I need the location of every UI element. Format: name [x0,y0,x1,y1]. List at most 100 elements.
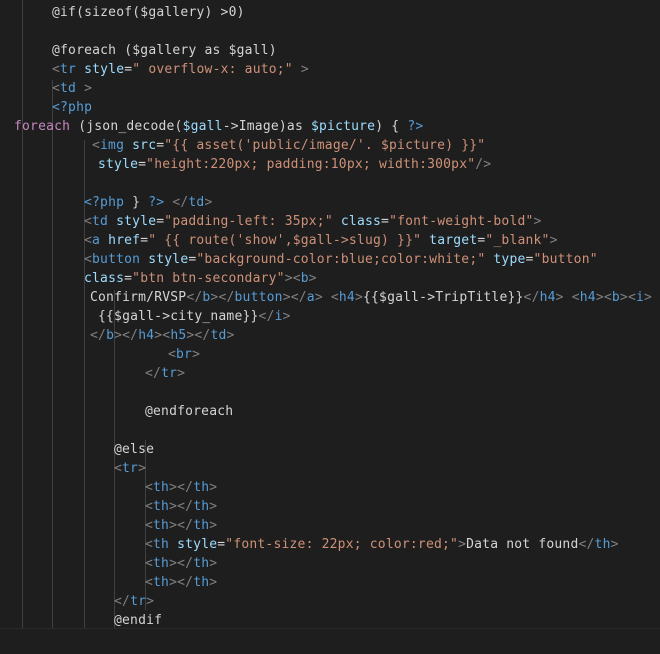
code-token: > [209,499,218,514]
code-token: td [210,328,227,343]
code-token: i [635,290,645,305]
code-token: = [124,271,133,286]
code-token: "background-color:blue;color:white;" [196,252,486,267]
code-token: ></ [282,290,307,305]
code-line[interactable]: <th></th> [0,478,217,497]
code-line[interactable]: @endforeach [0,402,233,421]
code-line[interactable]: <?php } ?> </td> [0,193,212,212]
code-token: < [52,81,61,96]
code-token: "_blank" [485,233,550,248]
code-token: th [193,575,210,590]
code-token: </ [164,195,189,210]
code-token: th [193,518,210,533]
code-token: ) { [375,119,408,134]
code-token: < [145,480,154,495]
code-line[interactable]: @foreach ($gallery as $gall) [0,41,277,60]
code-token: "button" [533,252,598,267]
code-token: $picture [311,119,376,134]
code-token: ->Image)as [222,119,311,134]
code-line[interactable]: <th></th> [0,573,217,592]
code-line[interactable] [0,174,84,193]
code-line[interactable]: <a href=" {{ route('show',$gall->slug) }… [0,231,558,250]
code-line[interactable]: <th></th> [0,554,217,573]
code-token: h4 [338,290,355,305]
code-token: " {{ route('show',$gall->slug) }}" [148,233,422,248]
code-line[interactable]: <td > [0,79,92,98]
code-token: type [485,252,526,267]
code-token: > [192,347,201,362]
code-editor[interactable]: @if(sizeof($gallery) >0) @foreach ($galle… [0,0,660,654]
code-token: < [145,537,154,552]
code-token: < [145,556,154,571]
code-token: < [563,290,580,305]
code-token: tr [161,366,178,381]
code-token: <?php [52,100,93,115]
code-token: br [176,347,193,362]
code-token: style [98,157,139,172]
code-token: th [153,575,170,590]
code-token: ></ [186,328,211,343]
code-line[interactable]: @if(sizeof($gallery) >0) [0,3,245,22]
code-token: class [84,271,125,286]
code-token: > [177,366,186,381]
code-token: h5 [170,328,187,343]
code-token: "font-weight-bold" [389,214,534,229]
code-token: < [145,518,154,533]
code-line[interactable]: <tr> [0,459,146,478]
code-token: th [193,480,210,495]
code-line[interactable]: </tr> [0,592,154,611]
code-line[interactable]: </b></h4><h5></td> [0,326,235,345]
code-token: ></ [210,290,235,305]
code-token: @else [114,442,155,457]
code-token: target [421,233,478,248]
code-line[interactable]: <?php [0,98,92,117]
code-line[interactable]: <td style="padding-left: 35px;" class="f… [0,212,542,231]
code-token: > [308,271,317,286]
code-token: h4 [138,328,155,343]
code-token: < [52,62,61,77]
code-token: tr [122,461,139,476]
code-token: a [306,290,315,305]
code-line[interactable]: <th style="font-size: 22px; color:red;">… [0,535,619,554]
code-token: foreach [14,119,71,134]
code-line[interactable]: </tr> [0,364,185,383]
code-token: </ [186,290,203,305]
code-line[interactable]: <br> [0,345,200,364]
code-token: = [381,214,390,229]
code-line[interactable] [0,22,52,41]
code-line[interactable]: <th></th> [0,497,217,516]
code-token: src [124,138,157,153]
code-line[interactable]: <img src="{{ asset('public/image/'. $pic… [0,136,485,155]
code-token: > [292,62,309,77]
code-token: img [100,138,125,153]
code-line[interactable]: <button style = "background-color:blue;col… [0,250,598,269]
code-token: style [76,62,125,77]
code-line[interactable] [0,421,114,440]
code-line[interactable]: Confirm/RVSP</b></button></a> <h4>{{$gal… [0,288,652,307]
code-line[interactable] [0,383,145,402]
code-line[interactable]: <tr style=" overflow-x: auto;" > [0,60,309,79]
code-token: th [153,556,170,571]
code-token: "height:220px; padding:10px; width:300px… [146,157,476,172]
code-token: ?> [148,195,165,210]
code-token: } [124,195,149,210]
code-token: td [92,214,109,229]
code-token: </ [145,366,162,381]
code-line[interactable]: {{$gall->city_name}}</i> [0,307,291,326]
code-token: @endforeach [145,404,234,419]
code-token: "font-size: 22px; color:red;" [225,537,459,552]
code-token: > [76,81,93,96]
code-line[interactable]: class="btn btn-secondary"><b> [0,269,317,288]
code-token: "{{ asset('public/image/'. $picture) }}" [164,138,486,153]
code-line[interactable]: foreach (json_decode($gall->Image)as $pi… [0,117,423,136]
code-token: button [234,290,283,305]
code-token: tr [60,62,77,77]
code-token: /> [475,157,492,172]
code-line[interactable]: <th></th> [0,516,217,535]
code-line[interactable]: style="height:220px; padding:10px; width… [0,155,491,174]
code-line[interactable]: @else [0,440,154,459]
code-token: > [226,328,235,343]
code-token: > [533,214,542,229]
code-token: > [209,518,218,533]
code-token: > [209,556,218,571]
